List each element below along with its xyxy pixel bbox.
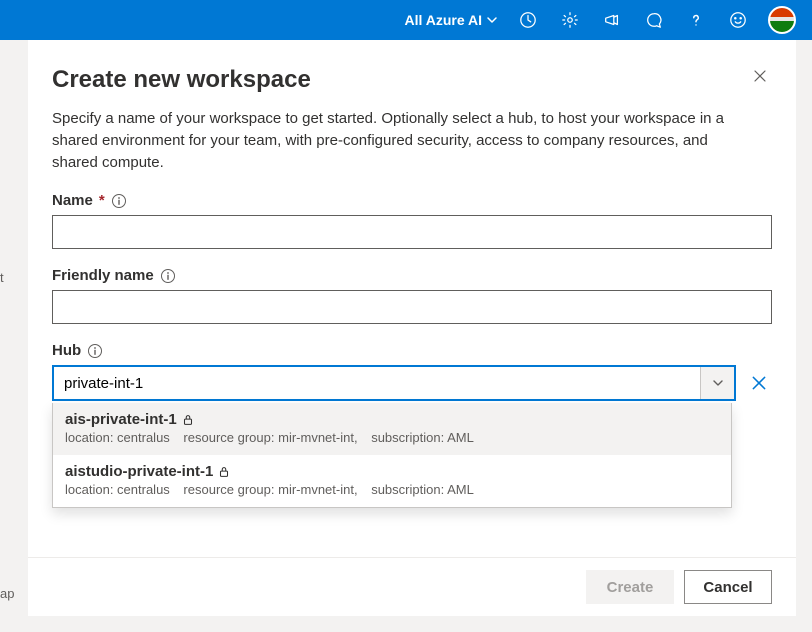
- chevron-down-icon: [486, 14, 498, 26]
- background-fragment: t: [0, 270, 14, 285]
- friendly-name-field: Friendly name: [52, 267, 772, 324]
- background-fragment: ap: [0, 586, 14, 601]
- recent-icon[interactable]: [516, 0, 540, 40]
- settings-icon[interactable]: [558, 0, 582, 40]
- scope-switcher[interactable]: All Azure AI: [404, 12, 498, 28]
- friendly-name-input[interactable]: [52, 290, 772, 324]
- hub-option-meta: locationcentralus resource groupmir-mvne…: [65, 430, 719, 445]
- hub-option-name: ais-private-int-1: [65, 411, 177, 428]
- lock-icon: [181, 413, 195, 427]
- hub-field: Hub ais-private-int-1: [52, 342, 772, 401]
- panel-description: Specify a name of your workspace to get …: [52, 108, 752, 174]
- cancel-button[interactable]: Cancel: [684, 570, 772, 604]
- hub-dropdown-list: ais-private-int-1 locationcentralus reso…: [52, 403, 732, 508]
- hub-option-name: aistudio-private-int-1: [65, 463, 213, 480]
- help-icon[interactable]: [684, 0, 708, 40]
- name-input[interactable]: [52, 215, 772, 249]
- lock-icon: [217, 465, 231, 479]
- create-button: Create: [586, 570, 674, 604]
- close-button[interactable]: [748, 64, 772, 91]
- hub-dropdown-toggle[interactable]: [700, 367, 734, 399]
- name-label: Name: [52, 192, 93, 209]
- info-icon[interactable]: [160, 268, 176, 284]
- announcements-icon[interactable]: [600, 0, 624, 40]
- panel-title: Create new workspace: [52, 66, 311, 94]
- feedback-icon[interactable]: [726, 0, 750, 40]
- hub-option[interactable]: ais-private-int-1 locationcentralus reso…: [53, 403, 731, 455]
- clear-hub-button[interactable]: [746, 370, 772, 396]
- avatar[interactable]: [768, 6, 796, 34]
- hub-input[interactable]: [54, 367, 700, 399]
- required-indicator: *: [99, 192, 105, 209]
- chat-icon[interactable]: [642, 0, 666, 40]
- info-icon[interactable]: [87, 343, 103, 359]
- hub-option[interactable]: aistudio-private-int-1 locationcentralus…: [53, 455, 731, 507]
- hub-option-meta: locationcentralus resource groupmir-mvne…: [65, 482, 719, 497]
- name-field: Name *: [52, 192, 772, 249]
- scope-label: All Azure AI: [404, 12, 482, 28]
- friendly-name-label: Friendly name: [52, 267, 154, 284]
- chevron-down-icon: [712, 377, 724, 389]
- hub-combobox[interactable]: ais-private-int-1 locationcentralus reso…: [52, 365, 736, 401]
- hub-label: Hub: [52, 342, 81, 359]
- panel-footer: Create Cancel: [28, 557, 796, 616]
- close-icon: [752, 68, 768, 84]
- close-icon: [750, 374, 768, 392]
- top-bar: All Azure AI: [0, 0, 812, 40]
- create-workspace-panel: Create new workspace Specify a name of y…: [28, 40, 796, 616]
- info-icon[interactable]: [111, 193, 127, 209]
